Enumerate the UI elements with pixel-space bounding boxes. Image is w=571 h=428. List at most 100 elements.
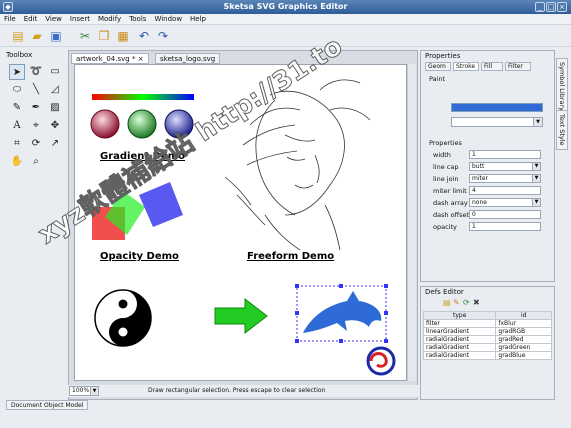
defs-editor-panel: Defs Editor ▤ ✎ ⟳ ✖ type id filter fxBlur…: [420, 286, 555, 400]
rectangle-tool-icon[interactable]: ▭: [47, 64, 63, 80]
tab-document-object-model[interactable]: Document Object Model: [6, 400, 89, 410]
tab-filter[interactable]: Filter: [505, 62, 531, 71]
text-tool-icon[interactable]: A: [9, 118, 25, 134]
stroke-paint-swatch[interactable]: [451, 103, 543, 112]
polygon-tool-icon[interactable]: ◿: [47, 82, 63, 98]
red-sphere[interactable]: [90, 109, 120, 139]
hand-tool-icon[interactable]: ✋: [9, 154, 25, 170]
table-row[interactable]: linearGradient gradRGB: [422, 327, 552, 336]
menu-insert[interactable]: Insert: [66, 14, 94, 23]
rgb-gradient-bar[interactable]: [92, 94, 194, 100]
close-button[interactable]: ×: [557, 2, 567, 12]
def-id: gradBlue: [495, 351, 552, 360]
new-def-icon[interactable]: ▤: [443, 298, 451, 307]
table-header-row: type id: [422, 311, 552, 320]
select-tool-icon[interactable]: ➤: [9, 64, 25, 80]
zoom-combo[interactable]: 100% ▼: [69, 386, 99, 396]
tab-fill[interactable]: Fill: [481, 62, 503, 71]
column-header-type[interactable]: type: [422, 311, 497, 320]
miter-limit-field[interactable]: 4: [469, 186, 541, 195]
menu-tools[interactable]: Tools: [125, 14, 150, 23]
open-folder-icon[interactable]: ▰: [29, 28, 45, 44]
maximize-button[interactable]: □: [546, 2, 556, 12]
chevron-down-icon[interactable]: ▼: [532, 199, 540, 206]
line-cap-select[interactable]: butt ▼: [469, 162, 541, 171]
ellipse-tool-icon[interactable]: ⬭: [9, 82, 25, 98]
dash-array-select[interactable]: none ▼: [469, 198, 541, 207]
prop-label-dash-array: dash array: [433, 199, 468, 207]
redo-icon[interactable]: ↷: [155, 28, 171, 44]
move-tool-icon[interactable]: ✥: [47, 118, 63, 134]
tab-artwork[interactable]: artwork_04.svg * ×: [71, 53, 149, 64]
save-icon[interactable]: ▣: [48, 28, 64, 44]
table-row[interactable]: radialGradient gradGreen: [422, 343, 552, 352]
prop-label-line-cap: line cap: [433, 163, 459, 171]
vertical-scrollbar[interactable]: [407, 64, 416, 381]
chevron-down-icon[interactable]: ▼: [532, 163, 540, 170]
menu-view[interactable]: View: [41, 14, 66, 23]
table-row[interactable]: filter fxBlur: [422, 319, 552, 328]
tab-text-style[interactable]: Text Style: [556, 110, 568, 150]
rotate-tool-icon[interactable]: ⟳: [28, 136, 44, 152]
minimize-button[interactable]: _: [535, 2, 545, 12]
defs-table: type id filter fxBlur linearGradient gradR…: [422, 311, 552, 360]
canvas-status-row: 100% ▼ Draw rectangular selection. Press …: [68, 385, 418, 397]
close-icon[interactable]: ×: [138, 55, 144, 63]
pen-tool-icon[interactable]: ✒: [28, 100, 44, 116]
tab-sketsa-logo[interactable]: sketsa_logo.svg: [155, 53, 221, 64]
tab-geom[interactable]: Geom: [425, 62, 451, 71]
menu-help[interactable]: Help: [186, 14, 210, 23]
refresh-def-icon[interactable]: ⟳: [463, 298, 470, 307]
chevron-down-icon[interactable]: ▼: [90, 387, 98, 395]
menu-file[interactable]: File: [0, 14, 20, 23]
tab-stroke[interactable]: Stroke: [453, 62, 479, 71]
green-arrow[interactable]: [214, 297, 268, 335]
tab-symbol-library[interactable]: Symbol Library: [556, 58, 568, 116]
menu-window[interactable]: Window: [150, 14, 186, 23]
table-row[interactable]: radialGradient gradBlue: [422, 351, 552, 360]
line-join-select[interactable]: miter ▼: [469, 174, 541, 183]
menu-modify[interactable]: Modify: [94, 14, 125, 23]
crop-tool-icon[interactable]: ⌗: [9, 136, 25, 152]
menu-edit[interactable]: Edit: [20, 14, 42, 23]
cut-icon[interactable]: ✂: [77, 28, 93, 44]
miter-limit-value: 4: [472, 187, 476, 194]
paste-icon[interactable]: ▦: [115, 28, 131, 44]
node-edit-tool-icon[interactable]: ⌖: [28, 118, 44, 134]
delete-def-icon[interactable]: ✖: [473, 298, 480, 307]
opacity-field[interactable]: 1: [469, 222, 541, 231]
blue-sphere[interactable]: [164, 109, 194, 139]
table-row[interactable]: radialGradient gradRed: [422, 335, 552, 344]
chevron-down-icon[interactable]: ▼: [532, 175, 540, 182]
app-menu-icon[interactable]: ◆: [3, 2, 13, 12]
pencil-tool-icon[interactable]: ✎: [9, 100, 25, 116]
green-sphere[interactable]: [127, 109, 157, 139]
column-header-id[interactable]: id: [495, 311, 552, 320]
def-type: radialGradient: [422, 343, 497, 352]
chevron-down-icon[interactable]: ▼: [533, 118, 542, 126]
dolphin-shape[interactable]: [303, 291, 382, 333]
drawing-page[interactable]: Gradient Demo Opacity Demo Freeform Demo: [74, 64, 407, 381]
edit-def-icon[interactable]: ✎: [453, 298, 460, 307]
yin-yang-symbol[interactable]: [94, 289, 152, 347]
freeform-demo-label: Freeform Demo: [247, 251, 335, 262]
blue-square[interactable]: [139, 182, 183, 227]
image-tool-icon[interactable]: ▨: [47, 100, 63, 116]
new-file-icon[interactable]: ▤: [10, 28, 26, 44]
dash-offset-field[interactable]: 0: [469, 210, 541, 219]
copy-icon[interactable]: ❐: [96, 28, 112, 44]
line-tool-icon[interactable]: ╲: [28, 82, 44, 98]
zoom-tool-icon[interactable]: ⌕: [28, 154, 44, 170]
prop-label-miter-limit: miter limit: [433, 187, 467, 195]
paint-label: Paint: [429, 75, 446, 83]
eyedropper-tool-icon[interactable]: ↗: [47, 136, 63, 152]
paint-type-select[interactable]: ▼: [451, 117, 543, 127]
toolbox-panel: Toolbox ➤ ➰ ▭ ⬭ ╲ ◿ ✎ ✒ ▨ A ⌖ ✥ ⌗ ⟳ ↗ ✋ …: [4, 50, 64, 400]
dash-offset-value: 0: [472, 211, 476, 218]
stroke-width-field[interactable]: 1: [469, 150, 541, 159]
lasso-tool-icon[interactable]: ➰: [28, 64, 44, 80]
artwork-svg: [90, 79, 396, 376]
freeform-sketch[interactable]: [224, 79, 371, 251]
dash-array-value: none: [472, 199, 487, 206]
undo-icon[interactable]: ↶: [136, 28, 152, 44]
